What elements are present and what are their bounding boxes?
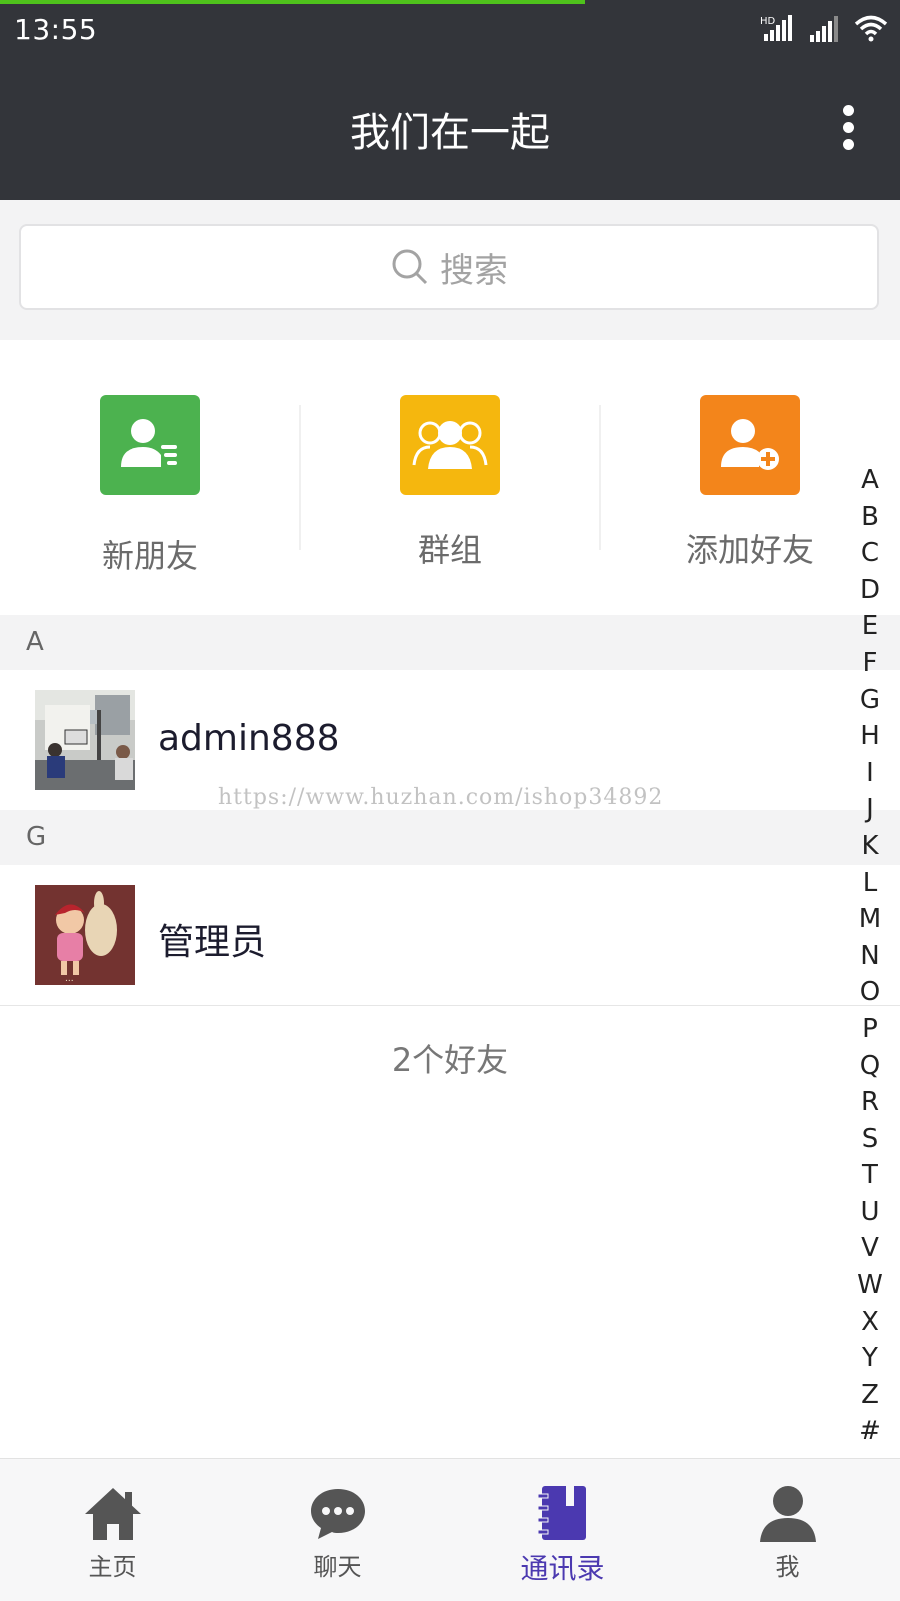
alphabet-index-letter[interactable]: S	[840, 1121, 900, 1158]
search-placeholder: 搜索	[440, 250, 508, 291]
alphabet-index-letter[interactable]: J	[840, 791, 900, 828]
alphabet-index[interactable]: A B C D E F G H I J K L M N O P Q R S T U V W X Y Z #	[840, 462, 900, 1450]
alphabet-index-letter[interactable]: N	[840, 938, 900, 975]
tab-me[interactable]: 我	[675, 1459, 900, 1601]
alphabet-index-letter[interactable]: R	[840, 1084, 900, 1121]
alphabet-index-letter[interactable]: U	[840, 1194, 900, 1231]
tab-chat-label: 聊天	[313, 1553, 362, 1581]
bottom-tab-bar: 主页 聊天 通讯录 我	[0, 1458, 900, 1601]
tab-home-label: 主页	[88, 1553, 137, 1581]
alphabet-index-letter[interactable]: B	[840, 499, 900, 536]
alphabet-index-letter[interactable]: Q	[840, 1048, 900, 1085]
groups-button[interactable]: 群组	[300, 395, 600, 571]
group-icon	[400, 395, 500, 495]
home-icon	[84, 1488, 141, 1540]
alphabet-index-letter[interactable]: K	[840, 828, 900, 865]
friend-count: 2个好友	[391, 1041, 509, 1079]
more-dot-icon	[842, 122, 854, 133]
more-dot-icon	[842, 105, 854, 116]
avatar	[35, 690, 135, 790]
new-friends-button[interactable]: 新朋友	[0, 395, 300, 577]
new-friends-label: 新朋友	[101, 537, 198, 575]
search-input[interactable]: 搜索	[19, 224, 879, 310]
alphabet-index-letter[interactable]: D	[840, 572, 900, 609]
page-title: 我们在一起	[350, 110, 550, 156]
watermark: https://www.huzhan.com/ishop34892	[218, 785, 664, 810]
tab-chat[interactable]: 聊天	[225, 1459, 450, 1601]
section-header-g: G	[0, 810, 900, 865]
alphabet-index-letter[interactable]: Z	[840, 1377, 900, 1414]
tab-contacts-label: 通讯录	[520, 1552, 605, 1585]
more-options-button[interactable]	[836, 105, 860, 155]
contact-row[interactable]: ... 管理员	[0, 865, 900, 1005]
more-dot-icon	[842, 139, 854, 150]
alphabet-index-letter[interactable]: G	[840, 682, 900, 719]
signal-icon	[810, 16, 838, 42]
alphabet-index-letter[interactable]: O	[840, 974, 900, 1011]
list-divider	[0, 1005, 900, 1006]
search-icon	[392, 249, 428, 285]
hd-signal-icon: HD	[760, 15, 792, 41]
chat-icon	[310, 1489, 365, 1539]
contact-name: 管理员	[158, 922, 267, 963]
alphabet-index-letter[interactable]: W	[840, 1267, 900, 1304]
avatar: ...	[35, 885, 135, 985]
alphabet-index-letter[interactable]: L	[840, 865, 900, 902]
contact-name: admin888	[158, 718, 340, 759]
alphabet-index-letter[interactable]: Y	[840, 1340, 900, 1377]
section-header-a: A	[0, 615, 900, 670]
tab-me-label: 我	[775, 1553, 800, 1581]
load-progress-bar	[0, 0, 585, 4]
alphabet-index-letter[interactable]: M	[840, 901, 900, 938]
profile-icon	[759, 1486, 816, 1542]
alphabet-index-letter[interactable]: F	[840, 645, 900, 682]
alphabet-index-letter[interactable]: P	[840, 1011, 900, 1048]
alphabet-index-letter[interactable]: A	[840, 462, 900, 499]
alphabet-index-letter[interactable]: V	[840, 1230, 900, 1267]
alphabet-index-letter[interactable]: T	[840, 1157, 900, 1194]
tab-home[interactable]: 主页	[0, 1459, 225, 1601]
alphabet-index-letter[interactable]: H	[840, 718, 900, 755]
add-friend-icon	[700, 395, 800, 495]
search-area: 搜索	[0, 200, 900, 340]
wifi-icon	[854, 15, 888, 42]
alphabet-index-letter[interactable]: I	[840, 755, 900, 792]
tab-contacts[interactable]: 通讯录	[450, 1459, 675, 1601]
contacts-book-icon	[537, 1486, 586, 1540]
status-time: 13:55	[14, 13, 98, 46]
alphabet-index-letter[interactable]: C	[840, 535, 900, 572]
quick-actions: 新朋友 群组 添加好友	[0, 340, 900, 615]
svg-text:HD: HD	[760, 16, 776, 27]
new-friend-icon	[100, 395, 200, 495]
app-header: 我们在一起	[0, 60, 900, 200]
alphabet-index-letter[interactable]: X	[840, 1304, 900, 1341]
groups-label: 群组	[417, 531, 482, 569]
status-bar: 13:55 HD	[0, 0, 900, 60]
alphabet-index-letter[interactable]: #	[840, 1413, 900, 1450]
svg-text:...: ...	[65, 974, 74, 984]
alphabet-index-letter[interactable]: E	[840, 608, 900, 645]
